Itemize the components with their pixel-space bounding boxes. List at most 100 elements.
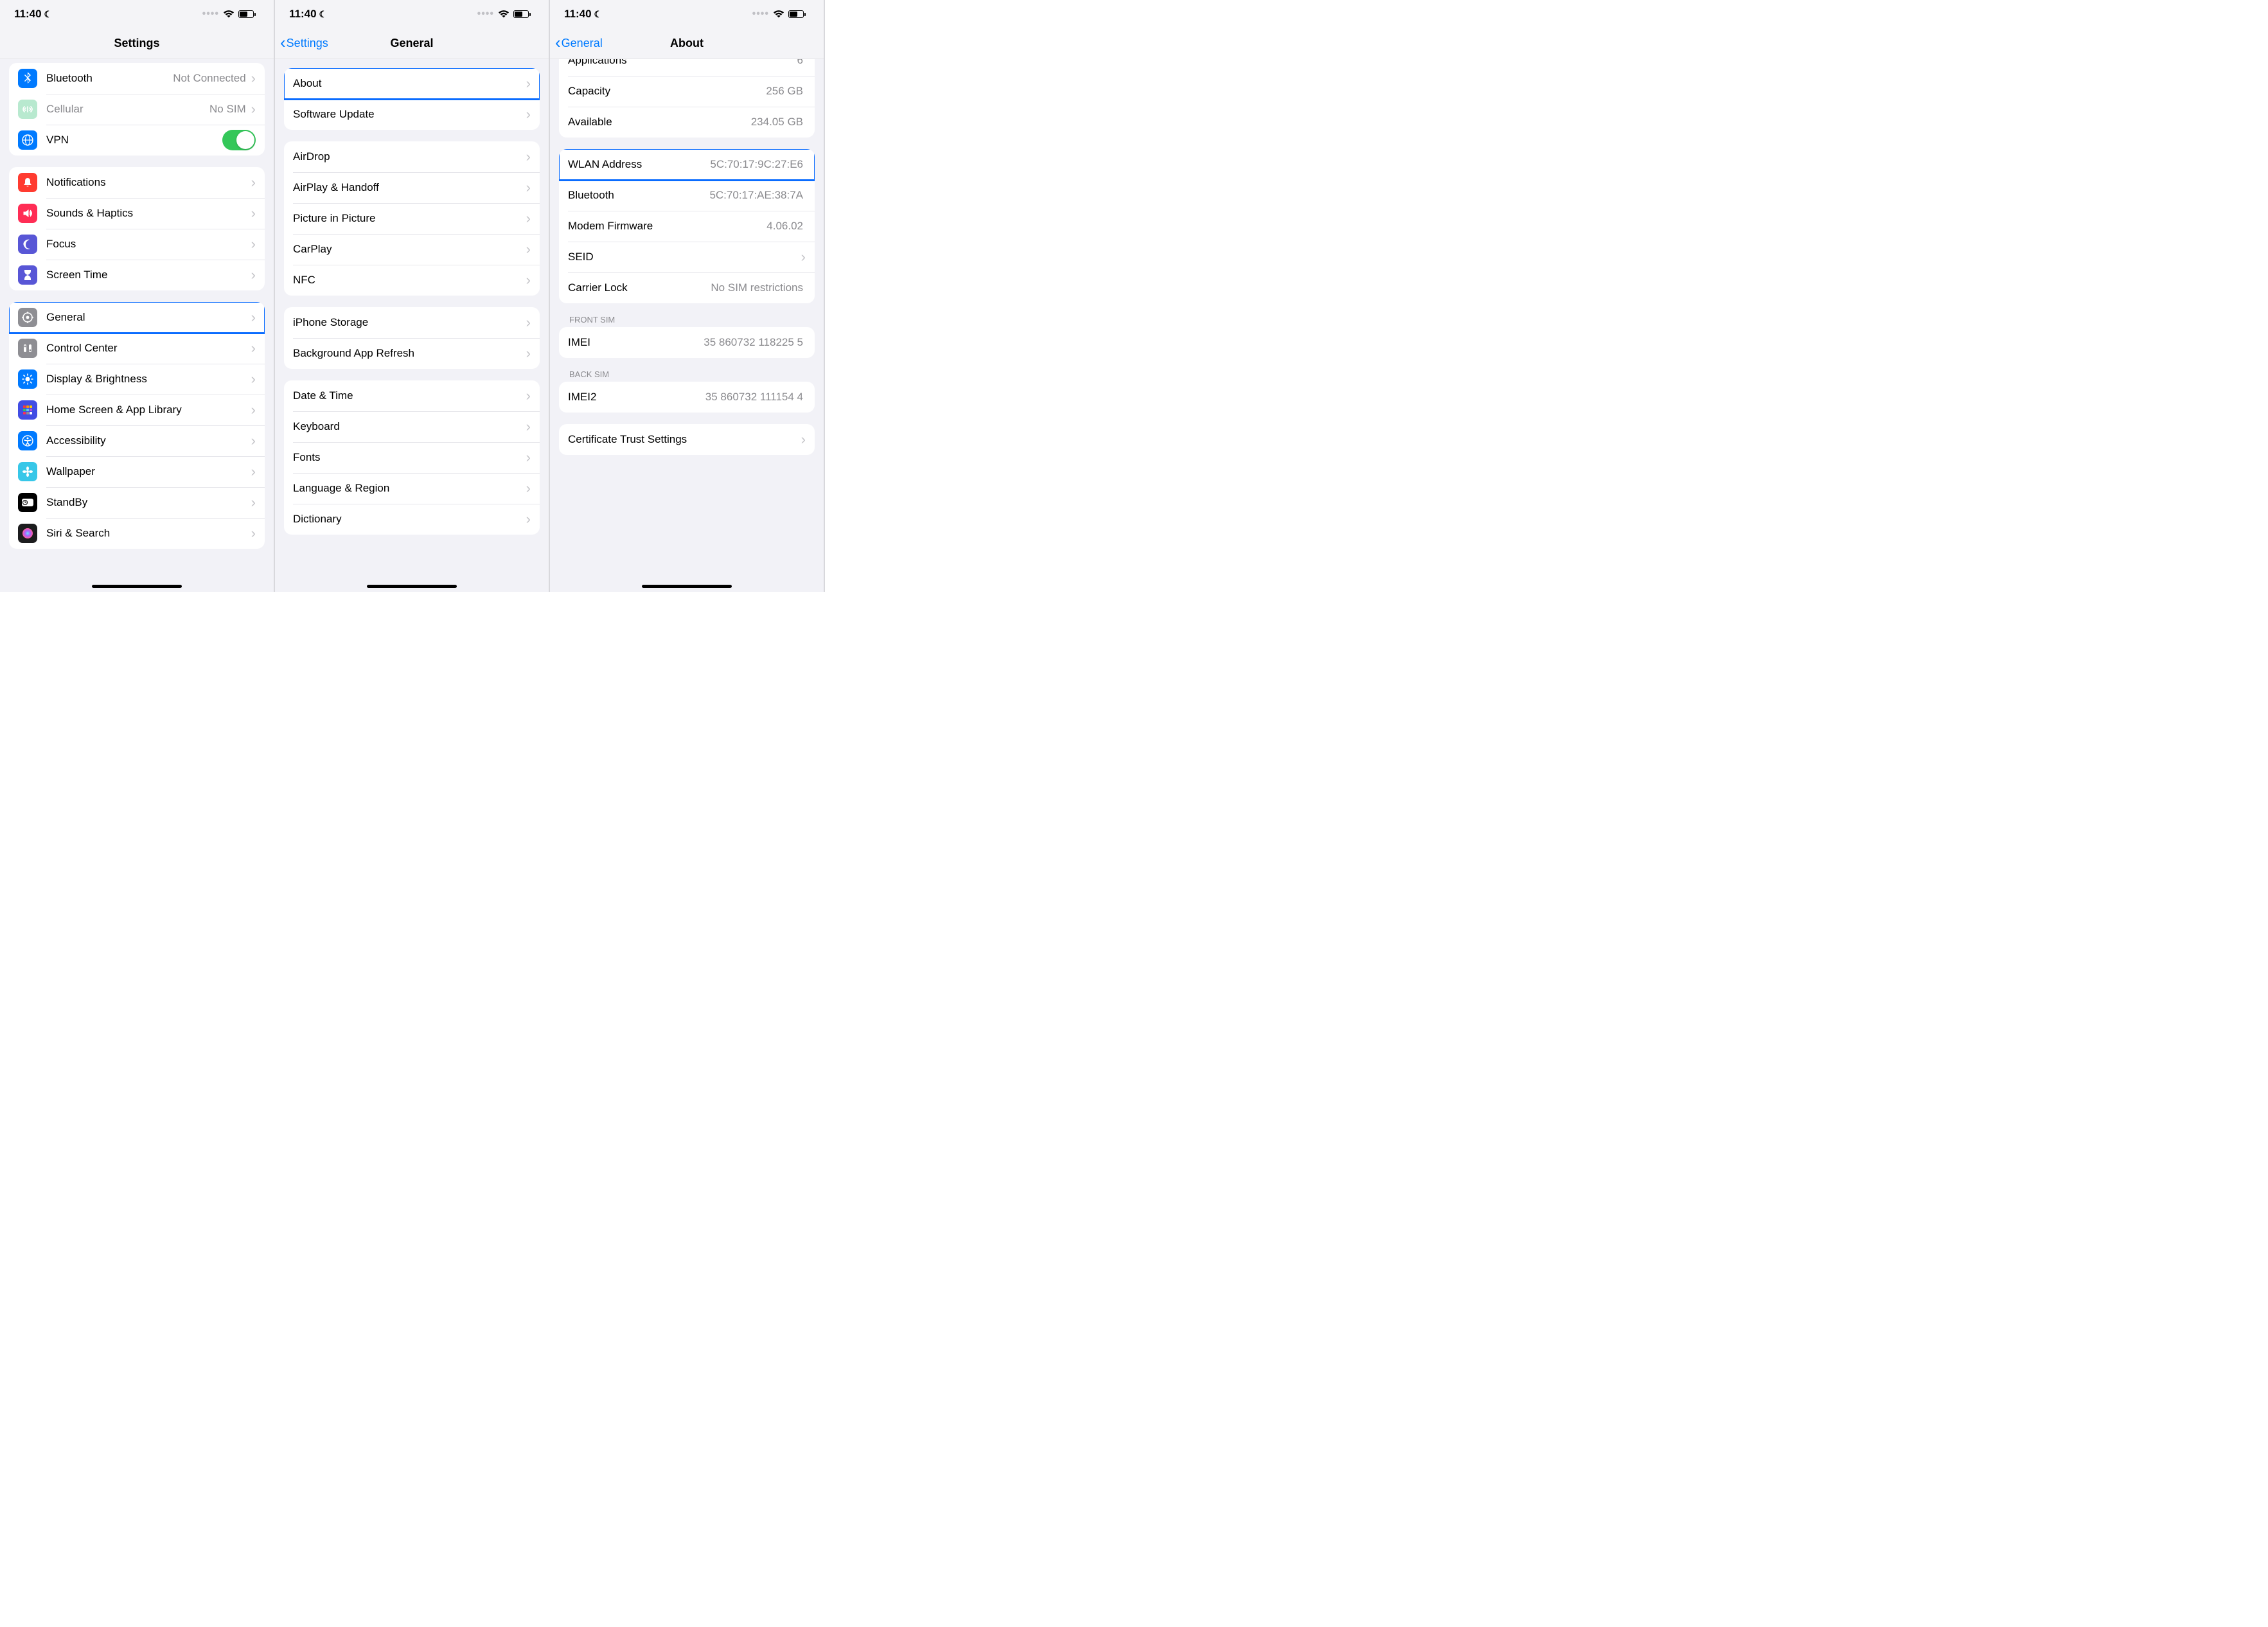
row-seid[interactable]: SEID› xyxy=(559,242,815,272)
notifications-label: Notifications xyxy=(46,176,249,189)
status-bar: 11:40 ☾ •••• xyxy=(275,0,549,28)
cellular-dots-icon: •••• xyxy=(752,8,769,20)
row-storage[interactable]: iPhone Storage› xyxy=(284,307,540,338)
chevron-right-icon: › xyxy=(251,309,256,326)
row-keyboard[interactable]: Keyboard› xyxy=(284,411,540,442)
chevron-right-icon: › xyxy=(526,449,531,466)
home-indicator[interactable] xyxy=(642,585,732,588)
row-bluetooth[interactable]: Bluetooth Not Connected › xyxy=(9,63,265,94)
chevron-right-icon: › xyxy=(526,511,531,528)
battery-icon xyxy=(788,10,806,18)
chevron-right-icon: › xyxy=(251,101,256,118)
available-value: 234.05 GB xyxy=(751,116,803,129)
row-airplay[interactable]: AirPlay & Handoff› xyxy=(284,172,540,203)
home-indicator[interactable] xyxy=(367,585,457,588)
cellular-icon xyxy=(18,100,37,119)
modem-label: Modem Firmware xyxy=(568,220,766,233)
row-focus[interactable]: Focus › xyxy=(9,229,265,260)
imei-label: IMEI xyxy=(568,336,704,349)
accessibility-icon xyxy=(18,431,37,450)
row-sounds[interactable]: Sounds & Haptics › xyxy=(9,198,265,229)
row-applications: Applications6 xyxy=(559,59,815,76)
language-label: Language & Region xyxy=(293,482,524,495)
carrier-label: Carrier Lock xyxy=(568,281,711,294)
row-bgrefresh[interactable]: Background App Refresh› xyxy=(284,338,540,369)
row-imei2: IMEI235 860732 111154 4 xyxy=(559,382,815,413)
chevron-right-icon: › xyxy=(251,236,256,253)
row-accessibility[interactable]: Accessibility › xyxy=(9,425,265,456)
row-software-update[interactable]: Software Update › xyxy=(284,99,540,130)
imei-value: 35 860732 118225 5 xyxy=(704,336,803,349)
clock-icon xyxy=(18,493,37,512)
row-language[interactable]: Language & Region› xyxy=(284,473,540,504)
screen-general: 11:40 ☾ •••• ‹ Settings General About › … xyxy=(275,0,550,592)
grid-icon xyxy=(18,400,37,420)
battery-icon xyxy=(238,10,256,18)
vpn-toggle[interactable] xyxy=(222,130,256,150)
do-not-disturb-icon: ☾ xyxy=(594,9,603,20)
available-label: Available xyxy=(568,116,751,129)
applications-value: 6 xyxy=(797,59,803,67)
row-siri[interactable]: Siri & Search › xyxy=(9,518,265,549)
home-indicator[interactable] xyxy=(92,585,182,588)
row-wlan-address: WLAN Address 5C:70:17:9C:27:E6 xyxy=(559,149,815,180)
status-bar: 11:40 ☾ •••• xyxy=(0,0,274,28)
chevron-right-icon: › xyxy=(251,494,256,511)
chevron-right-icon: › xyxy=(526,106,531,123)
chevron-right-icon: › xyxy=(251,402,256,418)
certs-label: Certificate Trust Settings xyxy=(568,433,799,446)
nav-header: ‹ Settings General xyxy=(275,28,549,59)
status-time: 11:40 xyxy=(14,8,42,21)
homescreen-label: Home Screen & App Library xyxy=(46,404,249,416)
carrier-value: No SIM restrictions xyxy=(711,281,803,294)
chevron-right-icon: › xyxy=(526,418,531,435)
chevron-right-icon: › xyxy=(526,387,531,404)
chevron-right-icon: › xyxy=(251,463,256,480)
chevron-right-icon: › xyxy=(251,205,256,222)
row-about[interactable]: About › xyxy=(284,68,540,99)
row-homescreen[interactable]: Home Screen & App Library › xyxy=(9,395,265,425)
bluetooth-value: Not Connected xyxy=(173,72,245,85)
chevron-right-icon: › xyxy=(801,431,806,448)
row-carplay[interactable]: CarPlay› xyxy=(284,234,540,265)
general-label: General xyxy=(46,311,249,324)
screen-about: 11:40 ☾ •••• ‹ General About Application… xyxy=(550,0,825,592)
row-cellular[interactable]: Cellular No SIM › xyxy=(9,94,265,125)
do-not-disturb-icon: ☾ xyxy=(44,9,53,20)
row-wallpaper[interactable]: Wallpaper › xyxy=(9,456,265,487)
row-display[interactable]: Display & Brightness › xyxy=(9,364,265,395)
row-notifications[interactable]: Notifications › xyxy=(9,167,265,198)
vpn-label: VPN xyxy=(46,134,222,147)
bluetooth-icon xyxy=(18,69,37,88)
back-button[interactable]: ‹ Settings xyxy=(275,35,328,53)
chevron-right-icon: › xyxy=(526,314,531,331)
keyboard-label: Keyboard xyxy=(293,420,524,433)
row-general[interactable]: General › xyxy=(9,302,265,333)
about-label: About xyxy=(293,77,524,90)
chevron-right-icon: › xyxy=(526,179,531,196)
wifi-icon xyxy=(223,10,235,19)
row-certs[interactable]: Certificate Trust Settings› xyxy=(559,424,815,455)
row-nfc[interactable]: NFC› xyxy=(284,265,540,296)
back-button[interactable]: ‹ General xyxy=(550,35,603,53)
nfc-label: NFC xyxy=(293,274,524,287)
row-fonts[interactable]: Fonts› xyxy=(284,442,540,473)
row-datetime[interactable]: Date & Time› xyxy=(284,380,540,411)
row-screentime[interactable]: Screen Time › xyxy=(9,260,265,290)
chevron-right-icon: › xyxy=(251,267,256,283)
row-pip[interactable]: Picture in Picture› xyxy=(284,203,540,234)
row-vpn[interactable]: VPN xyxy=(9,125,265,156)
capacity-label: Capacity xyxy=(568,85,766,98)
modem-value: 4.06.02 xyxy=(766,220,803,233)
accessibility-label: Accessibility xyxy=(46,434,249,447)
row-airdrop[interactable]: AirDrop› xyxy=(284,141,540,172)
software-label: Software Update xyxy=(293,108,524,121)
battery-icon xyxy=(513,10,531,18)
row-capacity: Capacity256 GB xyxy=(559,76,815,107)
screentime-label: Screen Time xyxy=(46,269,249,281)
status-time: 11:40 xyxy=(564,8,592,21)
row-dictionary[interactable]: Dictionary› xyxy=(284,504,540,535)
row-standby[interactable]: StandBy › xyxy=(9,487,265,518)
row-controlcenter[interactable]: Control Center › xyxy=(9,333,265,364)
controlcenter-label: Control Center xyxy=(46,342,249,355)
